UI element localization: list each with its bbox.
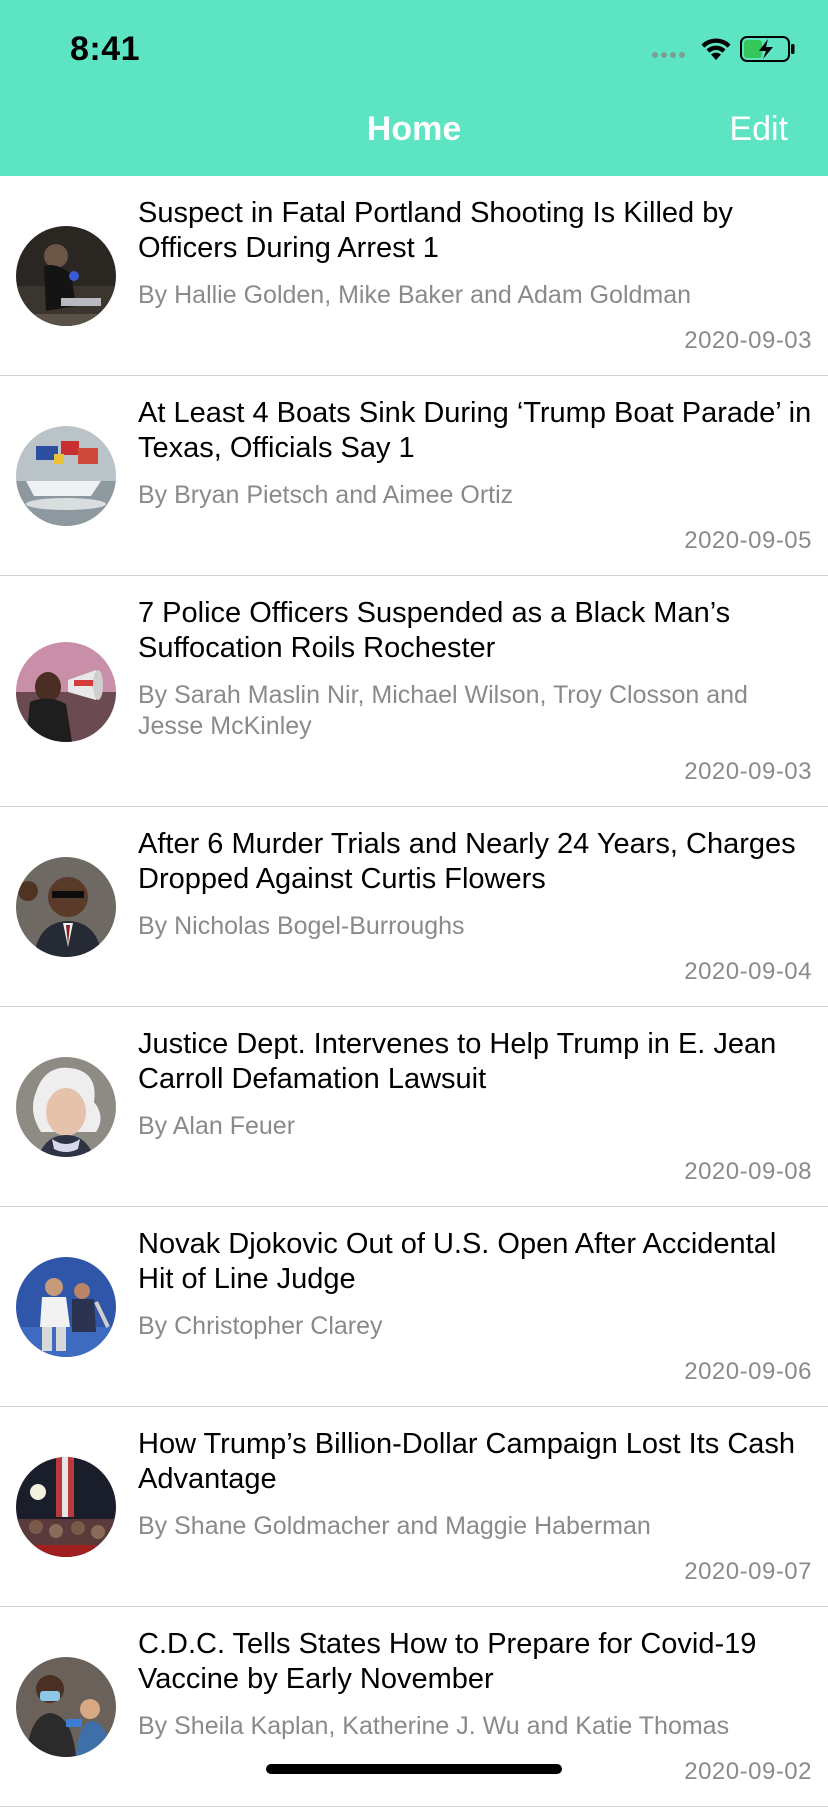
article-thumbnail xyxy=(16,426,116,526)
article-title: At Least 4 Boats Sink During ‘Trump Boat… xyxy=(138,397,812,464)
article-thumbnail xyxy=(16,1457,116,1557)
wifi-icon xyxy=(701,38,731,60)
article-thumbnail xyxy=(16,857,116,957)
article-thumbnail xyxy=(16,642,116,742)
navigation-header: 8:41 Home Edit xyxy=(0,0,828,176)
article-row[interactable]: After 6 Murder Trials and Nearly 24 Year… xyxy=(0,807,828,1007)
article-title: C.D.C. Tells States How to Prepare for C… xyxy=(138,1628,757,1695)
article-author: By Nicholas Bogel-Burroughs xyxy=(138,912,465,940)
article-row[interactable]: At Least 4 Boats Sink During ‘Trump Boat… xyxy=(0,376,828,576)
article-thumbnail xyxy=(16,1057,116,1157)
article-row[interactable]: Novak Djokovic Out of U.S. Open After Ac… xyxy=(0,1207,828,1407)
article-date: 2020-09-05 xyxy=(684,527,812,554)
home-indicator[interactable] xyxy=(266,1764,562,1774)
article-author: By Sarah Maslin Nir, Michael Wilson, Tro… xyxy=(138,681,748,740)
article-date: 2020-09-03 xyxy=(684,758,812,785)
article-title: 7 Police Officers Suspended as a Black M… xyxy=(138,597,731,664)
cellular-signal-icon xyxy=(652,52,685,58)
edit-button[interactable]: Edit xyxy=(729,110,788,149)
article-thumbnail xyxy=(16,226,116,326)
article-row[interactable]: Suspect in Fatal Portland Shooting Is Ki… xyxy=(0,176,828,376)
article-title: Suspect in Fatal Portland Shooting Is Ki… xyxy=(138,197,733,264)
status-time: 8:41 xyxy=(70,30,141,68)
article-row[interactable]: Justice Dept. Intervenes to Help Trump i… xyxy=(0,1007,828,1207)
article-author: By Bryan Pietsch and Aimee Ortiz xyxy=(138,481,514,509)
article-date: 2020-09-02 xyxy=(684,1758,812,1785)
article-list: Suspect in Fatal Portland Shooting Is Ki… xyxy=(0,176,828,1807)
article-thumbnail xyxy=(16,1657,116,1757)
article-date: 2020-09-06 xyxy=(684,1358,812,1385)
article-title: Novak Djokovic Out of U.S. Open After Ac… xyxy=(138,1228,777,1295)
article-title: How Trump’s Billion-Dollar Campaign Lost… xyxy=(138,1428,796,1495)
battery-charging-icon xyxy=(740,36,795,62)
article-date: 2020-09-03 xyxy=(684,327,812,354)
article-author: By Alan Feuer xyxy=(138,1112,296,1140)
article-row[interactable]: How Trump’s Billion-Dollar Campaign Lost… xyxy=(0,1407,828,1607)
article-author: By Christopher Clarey xyxy=(138,1312,383,1340)
article-row[interactable]: C.D.C. Tells States How to Prepare for C… xyxy=(0,1607,828,1807)
article-thumbnail xyxy=(16,1257,116,1357)
article-row[interactable]: 7 Police Officers Suspended as a Black M… xyxy=(0,576,828,807)
article-title: After 6 Murder Trials and Nearly 24 Year… xyxy=(138,828,796,895)
article-title: Justice Dept. Intervenes to Help Trump i… xyxy=(138,1028,777,1095)
article-date: 2020-09-08 xyxy=(684,1158,812,1185)
page-title: Home xyxy=(366,110,462,148)
article-author: By Sheila Kaplan, Katherine J. Wu and Ka… xyxy=(138,1712,730,1740)
article-date: 2020-09-04 xyxy=(684,958,812,985)
article-author: By Shane Goldmacher and Maggie Haberman xyxy=(138,1512,651,1540)
article-author: By Hallie Golden, Mike Baker and Adam Go… xyxy=(138,281,692,309)
article-date: 2020-09-07 xyxy=(684,1558,812,1585)
